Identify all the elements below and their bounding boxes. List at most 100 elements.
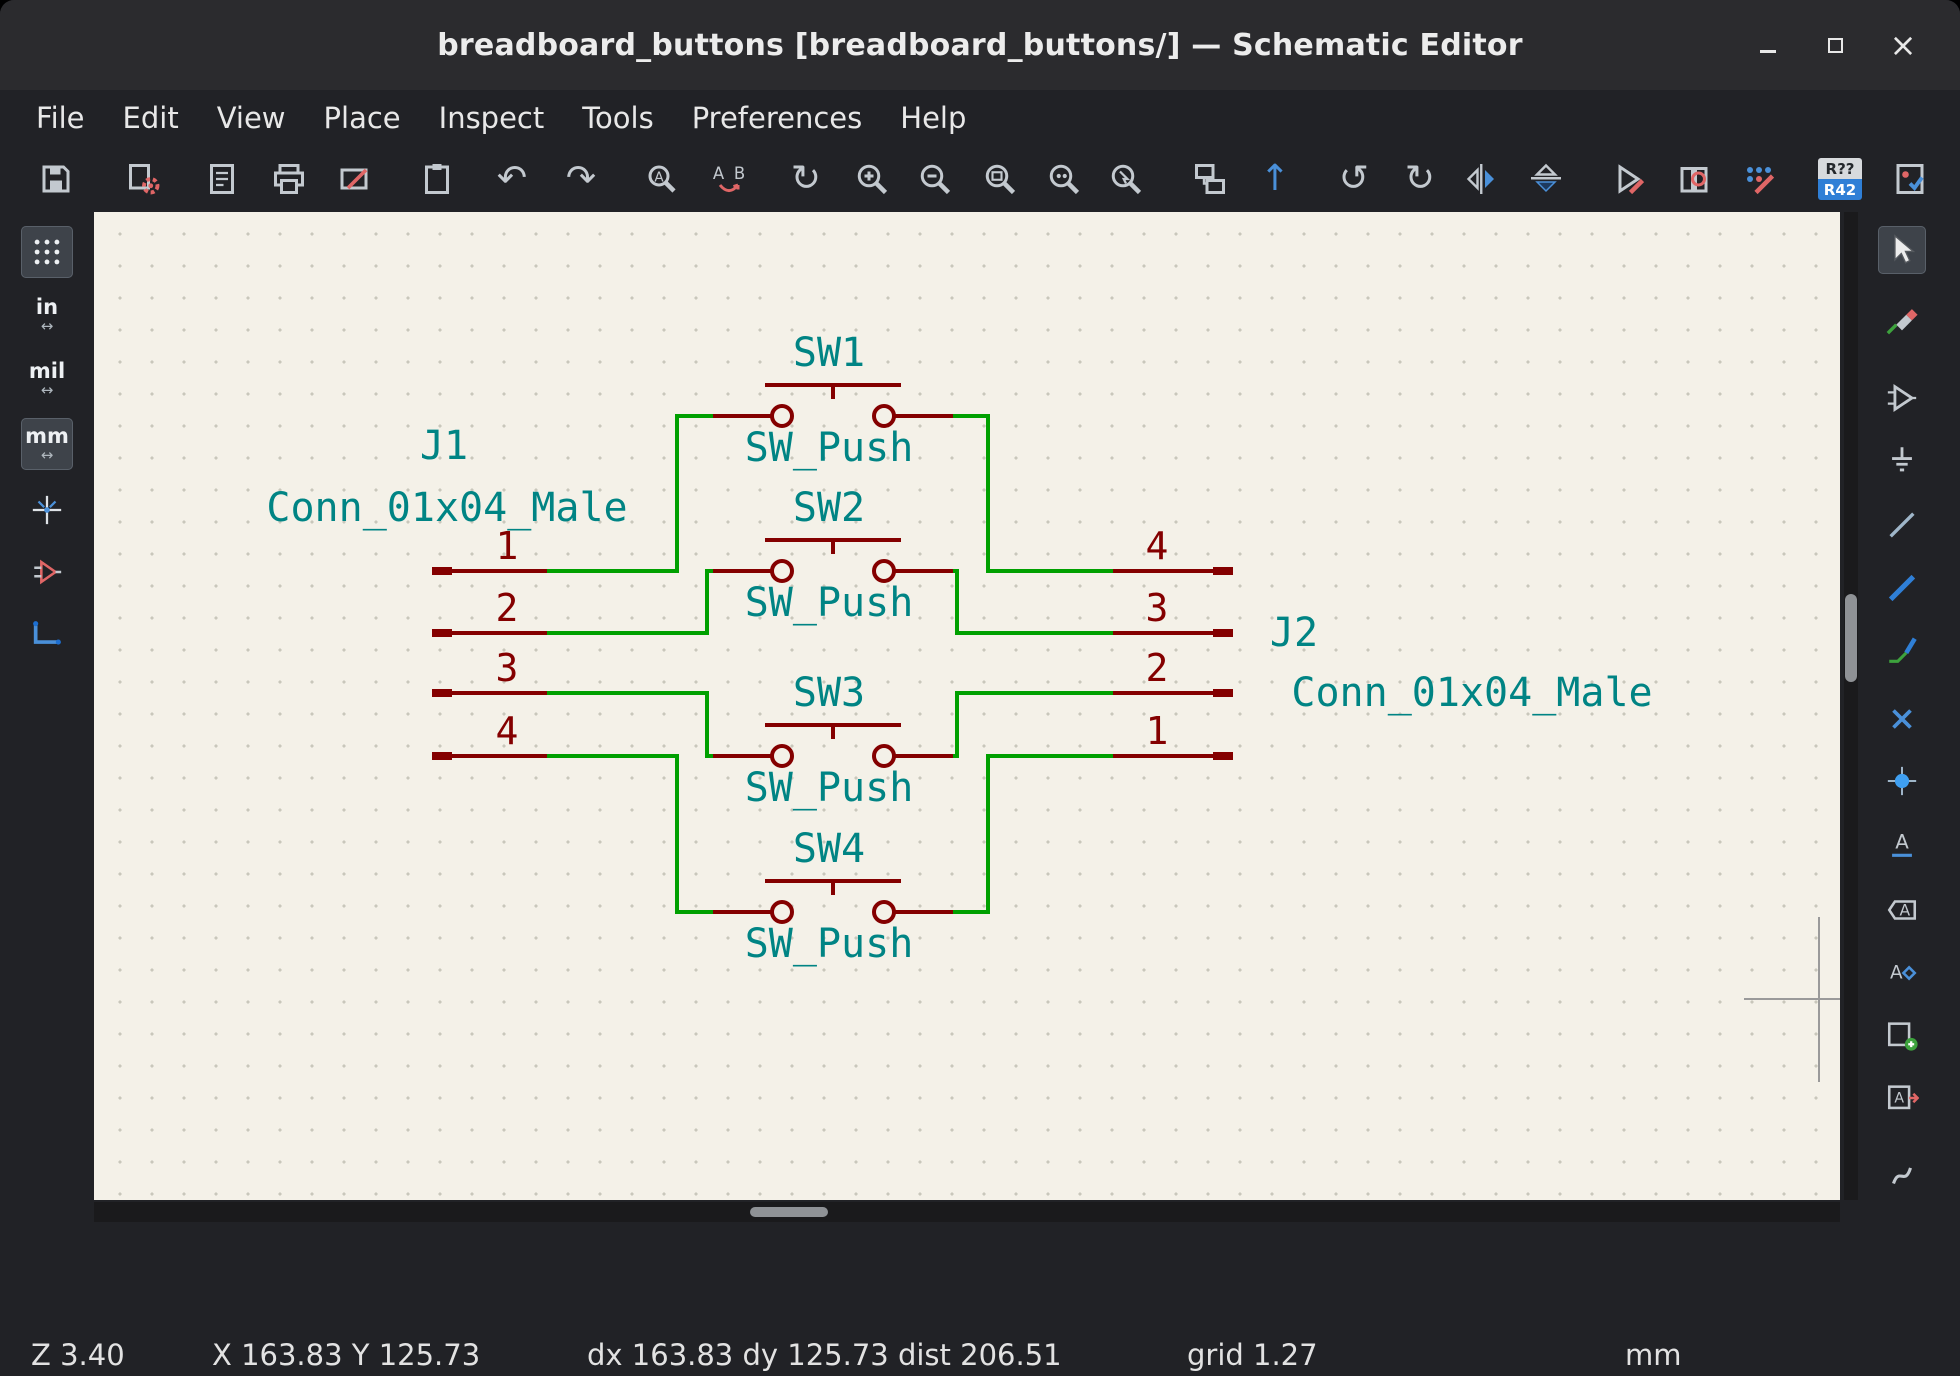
bus-entry-tool[interactable] xyxy=(1878,626,1926,674)
hv-wire-mode-toggle[interactable] xyxy=(21,609,73,661)
units-mm-toggle[interactable]: mm ↔ xyxy=(21,418,73,470)
printer-icon xyxy=(271,161,307,197)
mm-label: mm xyxy=(25,426,69,447)
j2-reference: J2 xyxy=(1270,610,1318,656)
hidden-pins-toggle[interactable] xyxy=(21,546,73,598)
h-arrow-icon: ↔ xyxy=(41,448,54,463)
save-button[interactable] xyxy=(33,156,79,202)
symbol-library-browser-button[interactable] xyxy=(1671,156,1717,202)
zoom-in-icon xyxy=(854,161,890,197)
leave-sheet-button[interactable]: ↑ xyxy=(1252,156,1298,202)
j1-pin2-number: 2 xyxy=(496,586,519,630)
menu-tools[interactable]: Tools xyxy=(563,90,672,146)
zoom-selection-button[interactable] xyxy=(1103,156,1149,202)
menu-inspect[interactable]: Inspect xyxy=(420,90,564,146)
hv-wire-icon xyxy=(30,618,64,652)
footprint-assign-button[interactable] xyxy=(1736,156,1782,202)
j1-value: Conn_01x04_Male xyxy=(266,485,627,531)
zoom-objects-button[interactable] xyxy=(1041,156,1087,202)
graphic-shapes-tool[interactable] xyxy=(1878,1151,1926,1199)
zoom-fit-button[interactable] xyxy=(977,156,1023,202)
sw3-value: SW_Push xyxy=(745,765,914,811)
svg-text:A: A xyxy=(1895,830,1909,853)
symbol-j1[interactable]: J1 Conn_01x04_Male 1 2 3 4 xyxy=(266,423,627,760)
zoom-out-button[interactable] xyxy=(912,156,958,202)
wire-sw3-j2pin2 xyxy=(953,693,1113,756)
maximize-button[interactable] xyxy=(1815,25,1855,65)
hierarchical-sheet-tool[interactable] xyxy=(1878,1011,1926,1059)
svg-text:A: A xyxy=(713,164,725,183)
net-label-tool[interactable]: A xyxy=(1878,820,1926,868)
no-connect-tool[interactable] xyxy=(1878,695,1926,743)
menu-file[interactable]: File xyxy=(17,90,104,146)
zoom-in-button[interactable] xyxy=(849,156,895,202)
symbol-sw4[interactable]: SW4 SW_Push xyxy=(713,826,953,967)
wire-sw1-j2pin4 xyxy=(953,416,1113,571)
vertical-scrollbar[interactable] xyxy=(1844,212,1858,1200)
rotate-ccw-button[interactable]: ↺ xyxy=(1331,156,1377,202)
grid-visibility-toggle[interactable] xyxy=(21,226,73,278)
find-button[interactable]: A xyxy=(639,156,685,202)
plot-button[interactable] xyxy=(331,156,377,202)
settings-button[interactable] xyxy=(121,156,167,202)
zoom-out-icon xyxy=(917,161,953,197)
mirror-vertical-button[interactable] xyxy=(1523,156,1569,202)
schematic-editor-window: breadboard_buttons [breadboard_buttons/]… xyxy=(0,0,1960,1376)
menu-help[interactable]: Help xyxy=(881,90,985,146)
hierarchy-navigator-button[interactable] xyxy=(1187,156,1233,202)
horizontal-scrollbar[interactable] xyxy=(94,1202,1840,1222)
menu-view[interactable]: View xyxy=(198,90,305,146)
find-replace-button[interactable]: AB xyxy=(706,156,752,202)
undo-button[interactable]: ↶ xyxy=(489,156,535,202)
annotate-after-text: R42 xyxy=(1818,179,1862,200)
symbol-sw2[interactable]: SW2 SW_Push xyxy=(713,485,953,626)
page-setup-button[interactable] xyxy=(199,156,245,202)
place-power-tool[interactable] xyxy=(1878,436,1926,484)
select-tool[interactable] xyxy=(1878,226,1926,274)
menu-place[interactable]: Place xyxy=(305,90,420,146)
global-label-tool[interactable]: A xyxy=(1878,886,1926,934)
sw2-value: SW_Push xyxy=(745,580,914,626)
symbol-sw3[interactable]: SW3 SW_Push xyxy=(713,670,953,811)
junction-tool[interactable] xyxy=(1878,757,1926,805)
schematic-canvas[interactable]: SW1 SW_Push SW2 SW_Push SW3 SW_Push xyxy=(94,212,1840,1200)
minimize-icon xyxy=(1760,50,1776,53)
crosshair-cursor-toggle[interactable] xyxy=(21,484,73,536)
place-symbol-tool[interactable] xyxy=(1878,374,1926,422)
undo-icon: ↶ xyxy=(497,161,527,197)
sheet-pin-tool[interactable]: A xyxy=(1878,1074,1926,1122)
redo-button[interactable]: ↷ xyxy=(558,156,604,202)
horizontal-scroll-thumb[interactable] xyxy=(750,1207,828,1217)
erc-icon xyxy=(1892,161,1928,197)
draw-bus-tool[interactable] xyxy=(1878,564,1926,612)
units-inches-toggle[interactable]: in ↔ xyxy=(21,289,73,341)
mirror-horizontal-button[interactable] xyxy=(1459,156,1505,202)
draw-wire-tool[interactable] xyxy=(1878,501,1926,549)
close-button[interactable]: × xyxy=(1883,25,1923,65)
cursor-arrow-icon xyxy=(1885,233,1919,267)
erc-button[interactable] xyxy=(1887,156,1933,202)
status-bar: Z 3.40 X 163.83 Y 125.73 dx 163.83 dy 12… xyxy=(0,1334,1960,1376)
title-bar[interactable]: breadboard_buttons [breadboard_buttons/]… xyxy=(0,0,1960,90)
print-button[interactable] xyxy=(266,156,312,202)
symbol-sw1[interactable]: SW1 SW_Push xyxy=(713,330,953,471)
highlight-net-tool[interactable] xyxy=(1878,295,1926,343)
symbol-editor-button[interactable] xyxy=(1606,156,1652,202)
sw1-reference: SW1 xyxy=(793,330,865,376)
menu-preferences[interactable]: Preferences xyxy=(673,90,882,146)
refresh-view-button[interactable]: ↻ xyxy=(783,156,829,202)
symbol-j2[interactable]: J2 Conn_01x04_Male 4 3 2 1 xyxy=(1113,524,1653,760)
hierarchical-label-tool[interactable]: A xyxy=(1878,949,1926,997)
vertical-scroll-thumb[interactable] xyxy=(1845,594,1857,682)
paste-button[interactable] xyxy=(414,156,460,202)
units-mils-toggle[interactable]: mil ↔ xyxy=(21,353,73,405)
status-delta: dx 163.83 dy 125.73 dist 206.51 xyxy=(587,1334,1062,1376)
search-icon: A xyxy=(644,161,680,197)
minimize-button[interactable] xyxy=(1748,25,1788,65)
annotate-button[interactable]: R?? R42 xyxy=(1817,156,1863,202)
wire-j1pin3-sw3 xyxy=(547,693,713,756)
menu-edit[interactable]: Edit xyxy=(104,90,198,146)
status-grid: grid 1.27 xyxy=(1187,1334,1318,1376)
bus-entry-icon xyxy=(1885,633,1919,667)
rotate-cw-button[interactable]: ↻ xyxy=(1397,156,1443,202)
